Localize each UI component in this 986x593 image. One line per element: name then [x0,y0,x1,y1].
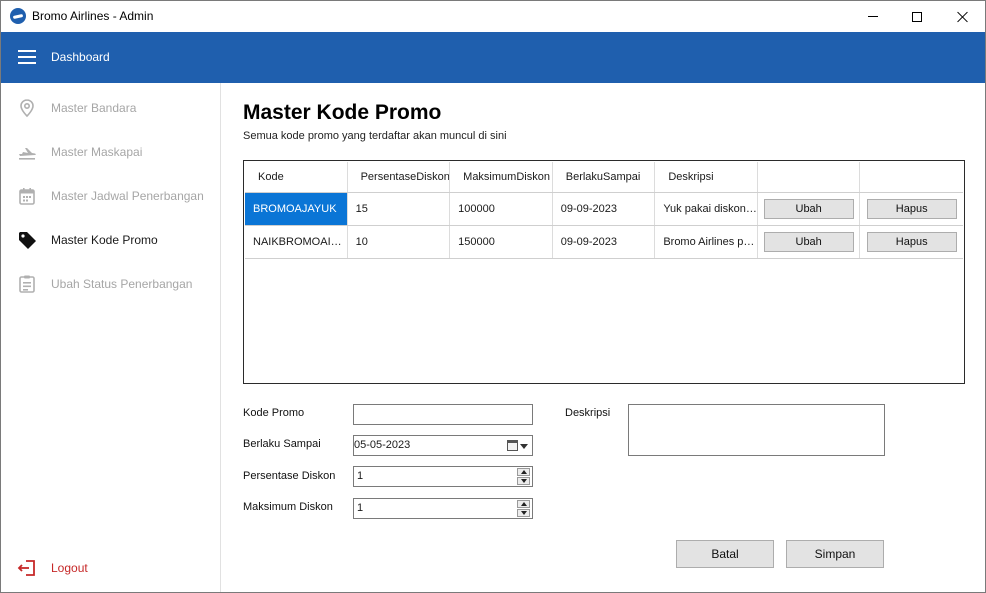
kode-promo-label: Kode Promo [243,407,305,419]
spin-up-icon[interactable] [517,468,530,476]
app-header: Dashboard [1,32,985,83]
chevron-down-icon[interactable] [520,444,528,449]
sidebar-item-ubah-status[interactable]: Ubah Status Penerbangan [1,262,220,306]
document-icon [19,275,35,293]
sidebar-item-master-maskapai[interactable]: Master Maskapai [1,130,220,174]
close-button[interactable] [940,1,985,32]
cell-kode[interactable]: NAIKBROMOAIRLINES [245,226,348,258]
cell-ubah: Ubah [758,193,861,225]
sidebar-item-master-jadwal[interactable]: Master Jadwal Penerbangan [1,174,220,218]
cell-ubah: Ubah [758,226,861,258]
maximize-button[interactable] [894,1,940,32]
app-logo-icon [10,8,26,24]
hapus-button[interactable]: Hapus [866,232,957,252]
persentase-diskon-label: Persentase Diskon [243,470,336,482]
maximize-icon [912,11,922,22]
cell-maksimum[interactable]: 150000 [450,226,553,258]
promo-table: Kode PersentaseDiskon MaksimumDiskon Ber… [243,160,965,384]
cell-deskripsi[interactable]: Bromo Airlines promo [655,226,758,258]
column-header-hapus[interactable] [860,162,963,192]
tag-icon [19,232,36,249]
hapus-button[interactable]: Hapus [866,199,957,219]
airplane-icon [19,148,36,160]
column-header-ubah[interactable] [758,162,861,192]
column-header-deskripsi[interactable]: Deskripsi [655,162,758,192]
column-header-maksimum[interactable]: MaksimumDiskon [450,162,553,192]
deskripsi-textarea[interactable] [628,404,885,456]
cell-berlaku[interactable]: 09-09-2023 [553,226,656,258]
page-title: Master Kode Promo [243,101,442,124]
calendar-icon[interactable] [507,440,518,451]
main-content: Master Kode Promo Semua kode promo yang … [222,83,985,592]
spinner-value: 1 [357,470,364,482]
cell-persentase[interactable]: 10 [348,226,451,258]
spinner-buttons [517,468,530,485]
spin-down-icon[interactable] [517,509,530,517]
cell-maksimum[interactable]: 100000 [450,193,553,225]
title-bar: Bromo Airlines - Admin [1,1,985,32]
sidebar-item-label: Master Jadwal Penerbangan [51,189,204,203]
spin-up-icon[interactable] [517,500,530,508]
app-window: Bromo Airlines - Admin Dashboard Master … [0,0,986,593]
ubah-button[interactable]: Ubah [763,199,854,219]
logout-icon [17,560,35,576]
sidebar-item-label: Ubah Status Penerbangan [51,277,193,291]
logout-label: Logout [51,561,88,575]
spinner-buttons [517,500,530,517]
date-value: 05-05-2023 [354,439,411,451]
ubah-button[interactable]: Ubah [763,232,854,252]
spinner-value: 1 [357,502,364,514]
sidebar-item-master-kode-promo[interactable]: Master Kode Promo [1,218,220,262]
table-header: Kode PersentaseDiskon MaksimumDiskon Ber… [245,162,963,193]
persentase-diskon-spinner[interactable]: 1 [353,466,533,487]
header-title: Dashboard [51,50,110,64]
sidebar-item-label: Master Maskapai [51,145,143,159]
simpan-button[interactable]: Simpan [786,540,884,568]
calendar-icon [19,188,35,205]
logout-button[interactable]: Logout [1,546,220,590]
cell-hapus: Hapus [860,226,963,258]
close-icon [957,11,969,23]
page-subtitle: Semua kode promo yang terdaftar akan mun… [243,130,507,142]
maksimum-diskon-spinner[interactable]: 1 [353,498,533,519]
sidebar-item-label: Master Bandara [51,101,137,115]
berlaku-sampai-label: Berlaku Sampai [243,438,321,450]
column-header-berlaku[interactable]: BerlakuSampai [553,162,656,192]
location-pin-icon [20,99,34,118]
minimize-button[interactable] [850,1,896,32]
spin-down-icon[interactable] [517,477,530,485]
cell-kode[interactable]: BROMOAJAYUK [245,193,348,225]
table-row[interactable]: NAIKBROMOAIRLINES 10 150000 09-09-2023 B… [245,226,963,259]
deskripsi-label: Deskripsi [565,407,611,419]
sidebar-item-label: Master Kode Promo [51,233,158,247]
cell-hapus: Hapus [860,193,963,225]
sidebar: Master Bandara Master Maskapai Master Ja… [1,83,221,592]
minimize-icon [868,16,878,17]
kode-promo-input[interactable] [353,404,533,425]
table-row[interactable]: BROMOAJAYUK 15 100000 09-09-2023 Yuk pak… [245,193,963,226]
cell-berlaku[interactable]: 09-09-2023 [553,193,656,225]
cell-persentase[interactable]: 15 [348,193,451,225]
sidebar-item-master-bandara[interactable]: Master Bandara [1,86,220,130]
column-header-persentase[interactable]: PersentaseDiskon [348,162,451,192]
maksimum-diskon-label: Maksimum Diskon [243,501,333,513]
column-header-kode[interactable]: Kode [245,162,348,192]
menu-icon[interactable] [18,50,36,64]
batal-button[interactable]: Batal [676,540,774,568]
window-title: Bromo Airlines - Admin [32,9,154,23]
cell-deskripsi[interactable]: Yuk pakai diskon ini! [655,193,758,225]
berlaku-sampai-datepicker[interactable]: 05-05-2023 [353,435,533,456]
